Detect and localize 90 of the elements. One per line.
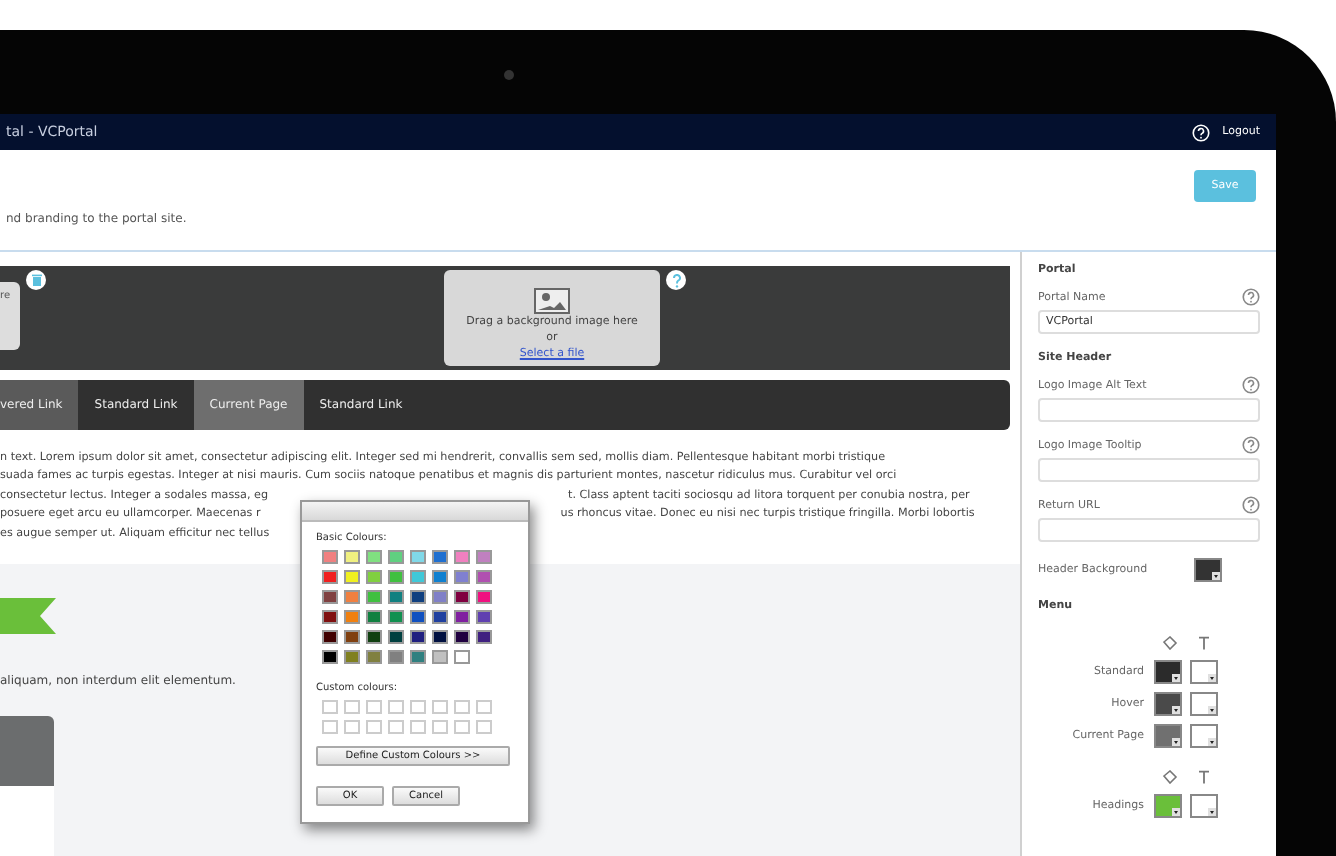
color-swatch[interactable]	[366, 550, 382, 564]
color-swatch[interactable]	[366, 650, 382, 664]
color-swatch[interactable]	[344, 570, 360, 584]
color-swatch[interactable]	[410, 570, 426, 584]
color-picker[interactable]	[1156, 726, 1180, 746]
color-swatch[interactable]	[322, 590, 338, 604]
trash-icon	[31, 274, 41, 286]
color-swatch[interactable]	[432, 650, 448, 664]
color-swatch[interactable]	[344, 550, 360, 564]
content-block	[0, 716, 54, 787]
color-picker[interactable]	[1156, 796, 1180, 816]
empty-swatch[interactable]	[454, 700, 470, 714]
empty-swatch[interactable]	[410, 720, 426, 734]
caret-icon	[1172, 808, 1180, 816]
color-swatch[interactable]	[476, 590, 492, 604]
color-swatch[interactable]	[322, 570, 338, 584]
color-swatch[interactable]	[410, 630, 426, 644]
help-button[interactable]	[666, 270, 686, 290]
color-swatch[interactable]	[344, 590, 360, 604]
empty-swatch[interactable]	[454, 720, 470, 734]
color-swatch[interactable]	[476, 630, 492, 644]
color-swatch[interactable]	[366, 570, 382, 584]
color-swatch[interactable]	[366, 610, 382, 624]
caret-icon	[1212, 572, 1220, 580]
color-swatch[interactable]	[410, 650, 426, 664]
color-swatch[interactable]	[432, 610, 448, 624]
caret-icon	[1208, 738, 1216, 746]
empty-swatch[interactable]	[388, 720, 404, 734]
text-field[interactable]	[1038, 398, 1260, 422]
caret-icon	[1172, 674, 1180, 682]
caret-icon	[1208, 674, 1216, 682]
color-swatch[interactable]	[344, 630, 360, 644]
text-field[interactable]	[1038, 518, 1260, 542]
color-picker[interactable]	[1156, 694, 1180, 714]
empty-swatch[interactable]	[388, 700, 404, 714]
caret-icon	[1208, 706, 1216, 714]
color-swatch[interactable]	[388, 630, 404, 644]
color-swatch[interactable]	[410, 610, 426, 624]
color-swatch[interactable]	[388, 590, 404, 604]
color-picker[interactable]	[1156, 662, 1180, 682]
color-picker[interactable]	[1196, 560, 1220, 580]
ribbon-shape	[0, 598, 56, 635]
text-icon	[1198, 636, 1210, 650]
color-swatch[interactable]	[432, 630, 448, 644]
empty-swatch[interactable]	[432, 700, 448, 714]
empty-swatch[interactable]	[476, 720, 492, 734]
empty-swatch[interactable]	[322, 700, 338, 714]
color-swatch[interactable]	[476, 610, 492, 624]
color-swatch[interactable]	[366, 590, 382, 604]
color-swatch[interactable]	[476, 550, 492, 564]
caret-icon	[1172, 738, 1180, 746]
color-swatch[interactable]	[432, 590, 448, 604]
text-icon	[1198, 770, 1210, 784]
caret-icon	[1208, 808, 1216, 816]
image-icon	[534, 288, 570, 314]
help-icon	[671, 273, 681, 287]
delete-button[interactable]	[26, 270, 46, 290]
color-swatch[interactable]	[432, 550, 448, 564]
color-swatch[interactable]	[344, 610, 360, 624]
color-swatch[interactable]	[454, 590, 470, 604]
color-swatch[interactable]	[476, 570, 492, 584]
empty-swatch[interactable]	[366, 720, 382, 734]
color-swatch[interactable]	[432, 570, 448, 584]
color-swatch[interactable]	[410, 590, 426, 604]
color-swatch[interactable]	[388, 570, 404, 584]
color-swatch[interactable]	[454, 610, 470, 624]
color-swatch[interactable]	[454, 630, 470, 644]
color-swatch[interactable]	[322, 630, 338, 644]
empty-swatch[interactable]	[432, 720, 448, 734]
color-swatch[interactable]	[322, 550, 338, 564]
color-swatch[interactable]	[388, 650, 404, 664]
color-swatch[interactable]	[410, 550, 426, 564]
color-swatch[interactable]	[388, 610, 404, 624]
empty-swatch[interactable]	[366, 700, 382, 714]
color-swatch[interactable]	[388, 550, 404, 564]
camera-dot	[504, 70, 514, 80]
empty-swatch[interactable]	[476, 700, 492, 714]
color-swatch[interactable]	[454, 550, 470, 564]
empty-swatch[interactable]	[344, 720, 360, 734]
text-field[interactable]	[1038, 458, 1260, 482]
color-swatch[interactable]	[454, 570, 470, 584]
color-swatch[interactable]	[366, 630, 382, 644]
color-swatch[interactable]	[344, 650, 360, 664]
empty-swatch[interactable]	[322, 720, 338, 734]
color-swatch[interactable]	[322, 610, 338, 624]
caret-icon	[1172, 706, 1180, 714]
empty-swatch[interactable]	[344, 700, 360, 714]
color-swatch[interactable]	[322, 650, 338, 664]
empty-swatch[interactable]	[410, 700, 426, 714]
color-swatch[interactable]	[454, 650, 470, 664]
